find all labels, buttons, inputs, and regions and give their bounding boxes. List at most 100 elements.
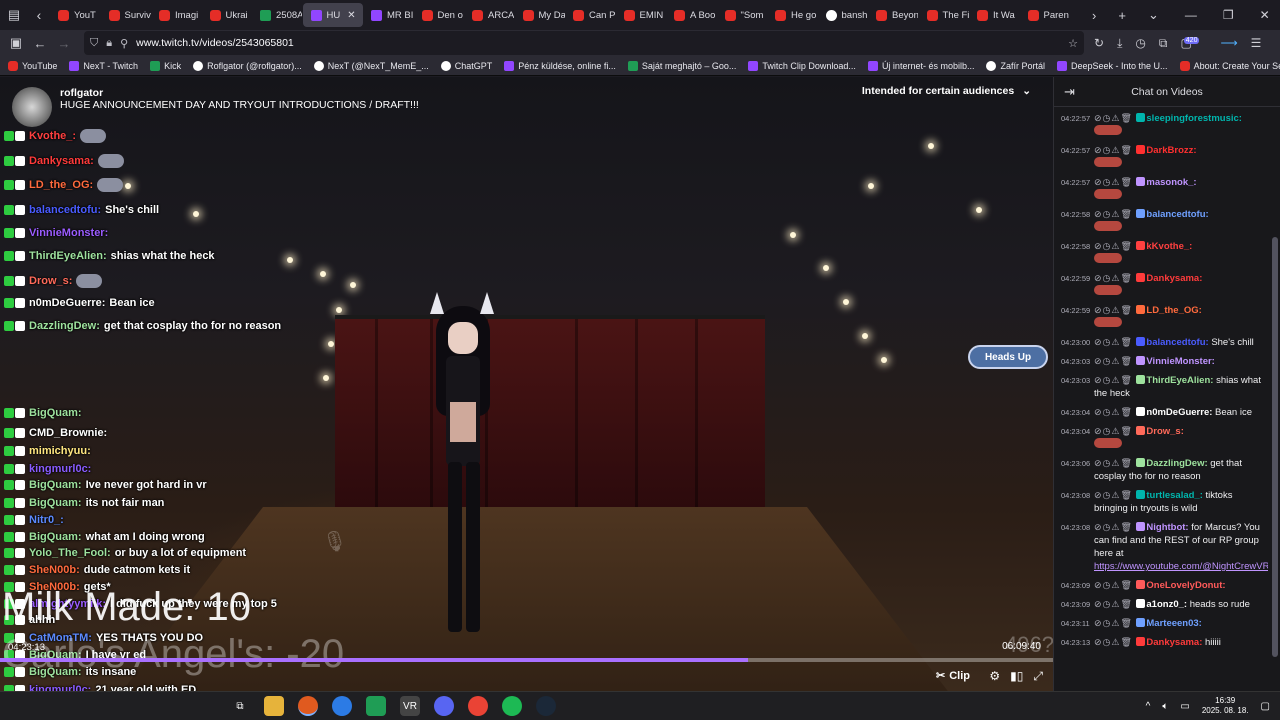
- chat-username[interactable]: OneLovelyDonut:: [1146, 580, 1225, 591]
- tab-14[interactable]: He go: [767, 3, 817, 27]
- chat-message[interactable]: 04:23:03 ⊘◷⚠🗑︎ ThirdEyeAlien: shias what …: [1054, 371, 1268, 403]
- chat-message[interactable]: 04:23:00 ⊘◷⚠🗑︎ balancedtofu: She's chill: [1054, 333, 1268, 352]
- mod-actions-icon[interactable]: ⊘◷⚠🗑︎: [1094, 618, 1136, 628]
- chat-username[interactable]: balancedtofu:: [1146, 209, 1208, 220]
- streamer-name[interactable]: roflgator: [60, 87, 419, 99]
- chat-username[interactable]: Nightbot:: [1146, 522, 1188, 533]
- minimize-icon[interactable]: —: [1185, 8, 1197, 22]
- mod-actions-icon[interactable]: ⊘◷⚠🗑︎: [1094, 241, 1136, 251]
- chat-message[interactable]: 04:22:57 ⊘◷⚠🗑︎ DarkBrozz:: [1054, 141, 1268, 173]
- chat-timestamp[interactable]: 04:22:57: [1061, 112, 1090, 125]
- chat-timestamp[interactable]: 04:23:09: [1061, 579, 1090, 592]
- chat-timestamp[interactable]: 04:22:57: [1061, 176, 1090, 189]
- mod-actions-icon[interactable]: ⊘◷⚠🗑︎: [1094, 522, 1136, 532]
- mod-actions-icon[interactable]: ⊘◷⚠🗑︎: [1094, 407, 1136, 417]
- chat-timestamp[interactable]: 04:23:09: [1061, 598, 1090, 611]
- file-explorer-icon[interactable]: [264, 696, 284, 716]
- fullscreen-icon[interactable]: ⤢: [1033, 669, 1043, 684]
- chat-message[interactable]: 04:23:09 ⊘◷⚠🗑︎ a1onz0_: heads so rude: [1054, 595, 1268, 614]
- tab-3[interactable]: Ukrai: [202, 3, 252, 27]
- tab-1[interactable]: Surviv: [101, 3, 151, 27]
- bookmark-1[interactable]: NexT - Twitch: [69, 60, 138, 71]
- tab-close-icon[interactable]: ✕: [347, 10, 355, 21]
- tab-19[interactable]: Paren: [1020, 3, 1070, 27]
- bookmark-10[interactable]: Zafír Portál: [986, 60, 1045, 71]
- url-text[interactable]: www.twitch.tv/videos/2543065801: [136, 37, 294, 49]
- restore-icon[interactable]: ❐: [1223, 8, 1234, 22]
- steam-icon[interactable]: [536, 696, 556, 716]
- shield-icon[interactable]: ⛉: [90, 37, 98, 50]
- tab-12[interactable]: A Boo: [666, 3, 716, 27]
- chat-username[interactable]: LD_the_OG:: [1146, 305, 1201, 316]
- mod-actions-icon[interactable]: ⊘◷⚠🗑︎: [1094, 145, 1136, 155]
- streamer-avatar[interactable]: [12, 87, 52, 127]
- chat-timestamp[interactable]: 04:23:03: [1061, 374, 1090, 387]
- bookmark-3[interactable]: Roflgator (@roflgator)...: [193, 60, 302, 71]
- app-icon-blue[interactable]: [332, 696, 352, 716]
- chat-message[interactable]: 04:23:13 ⊘◷⚠🗑︎ Dankysama: hiiiii: [1054, 633, 1268, 652]
- mod-actions-icon[interactable]: ⊘◷⚠🗑︎: [1094, 580, 1136, 590]
- bookmark-6[interactable]: Pénz küldése, online fi...: [504, 60, 616, 71]
- menu-icon[interactable]: ☰: [1251, 36, 1262, 50]
- chat-message[interactable]: 04:23:09 ⊘◷⚠🗑︎ OneLovelyDonut:: [1054, 576, 1268, 595]
- mod-actions-icon[interactable]: ⊘◷⚠🗑︎: [1094, 305, 1136, 315]
- mod-actions-icon[interactable]: ⊘◷⚠🗑︎: [1094, 177, 1136, 187]
- mod-actions-icon[interactable]: ⊘◷⚠🗑︎: [1094, 209, 1136, 219]
- chat-username[interactable]: VinnieMonster:: [1146, 356, 1214, 367]
- audience-dropdown[interactable]: Intended for certain audiences ⌄: [862, 85, 1031, 97]
- new-tab-icon[interactable]: +: [1118, 8, 1126, 23]
- mod-actions-icon[interactable]: ⊘◷⚠🗑︎: [1094, 426, 1136, 436]
- chat-scrollbar[interactable]: [1272, 237, 1278, 657]
- chat-username[interactable]: DazzlingDew:: [1146, 458, 1207, 469]
- tab-6[interactable]: MR BI: [363, 3, 413, 27]
- chat-timestamp[interactable]: 04:22:58: [1061, 208, 1090, 221]
- permissions-icon[interactable]: ⚲: [120, 37, 128, 50]
- chat-username[interactable]: balancedtofu:: [1146, 337, 1208, 348]
- tab-2[interactable]: Imagi: [151, 3, 201, 27]
- chat-timestamp[interactable]: 04:23:11: [1061, 617, 1090, 630]
- chat-timestamp[interactable]: 04:22:58: [1061, 240, 1090, 253]
- chat-message[interactable]: 04:23:08 ⊘◷⚠🗑︎ Nightbot: for Marcus? You …: [1054, 518, 1268, 576]
- tab-list-icon[interactable]: ▤: [0, 0, 28, 30]
- chat-message[interactable]: 04:22:57 ⊘◷⚠🗑︎ sleepingforestmusic:: [1054, 109, 1268, 141]
- tab-0[interactable]: YouT: [50, 3, 100, 27]
- mod-actions-icon[interactable]: ⊘◷⚠🗑︎: [1094, 113, 1136, 123]
- chat-username[interactable]: kKvothe_:: [1146, 241, 1192, 252]
- spotify-icon[interactable]: [502, 696, 522, 716]
- chat-message[interactable]: 04:23:04 ⊘◷⚠🗑︎ n0mDeGuerre: Bean ice: [1054, 403, 1268, 422]
- bookmark-9[interactable]: Új internet- és mobilb...: [867, 60, 974, 71]
- tab-4[interactable]: 2508A: [252, 3, 302, 27]
- chat-username[interactable]: a1onz0_:: [1146, 599, 1187, 610]
- chat-message[interactable]: 04:23:04 ⊘◷⚠🗑︎ Drow_s:: [1054, 422, 1268, 454]
- chat-username[interactable]: Dankysama:: [1146, 273, 1202, 284]
- task-view-icon[interactable]: ⧉: [230, 696, 250, 716]
- mod-actions-icon[interactable]: ⊘◷⚠🗑︎: [1094, 458, 1136, 468]
- volume-icon[interactable]: 🔈︎: [1162, 701, 1168, 712]
- bookmark-5[interactable]: ChatGPT: [440, 60, 492, 71]
- chat-username[interactable]: DarkBrozz:: [1146, 145, 1196, 156]
- bookmark-2[interactable]: Kick: [150, 60, 181, 71]
- chat-message[interactable]: 04:22:58 ⊘◷⚠🗑︎ kKvothe_:: [1054, 237, 1268, 269]
- extensions-icon[interactable]: ⧉: [1159, 36, 1168, 51]
- bookmark-8[interactable]: Twitch Clip Download...: [748, 60, 856, 71]
- chat-username[interactable]: Marteeen03:: [1146, 618, 1201, 629]
- notifications-icon[interactable]: ▢: [1261, 701, 1270, 712]
- mod-actions-icon[interactable]: ⊘◷⚠🗑︎: [1094, 337, 1136, 347]
- chat-timestamp[interactable]: 04:22:57: [1061, 144, 1090, 157]
- bookmark-7[interactable]: Saját meghajtó – Goo...: [627, 60, 736, 71]
- translate-icon[interactable]: ⟶: [1220, 36, 1237, 50]
- chat-message-list[interactable]: 04:22:57 ⊘◷⚠🗑︎ sleepingforestmusic: 04:22…: [1054, 109, 1268, 691]
- extension-badge-icon[interactable]: ▢420: [1180, 36, 1207, 50]
- chrome-icon[interactable]: [468, 696, 488, 716]
- chat-message[interactable]: 04:23:08 ⊘◷⚠🗑︎ turtlesalad_: tiktoks brin…: [1054, 486, 1268, 518]
- chat-username[interactable]: masonok_:: [1146, 177, 1196, 188]
- tab-13[interactable]: "Som: [717, 3, 767, 27]
- bookmark-star-icon[interactable]: ☆: [1068, 37, 1078, 50]
- vr-app-icon[interactable]: VR: [400, 696, 420, 716]
- tab-11[interactable]: EMIN: [616, 3, 666, 27]
- chat-message[interactable]: 04:22:59 ⊘◷⚠🗑︎ LD_the_OG:: [1054, 301, 1268, 333]
- chat-username[interactable]: turtlesalad_:: [1146, 490, 1203, 501]
- mod-actions-icon[interactable]: ⊘◷⚠🗑︎: [1094, 356, 1136, 366]
- chat-timestamp[interactable]: 04:23:00: [1061, 336, 1090, 349]
- collapse-chat-icon[interactable]: ⇥: [1064, 84, 1075, 100]
